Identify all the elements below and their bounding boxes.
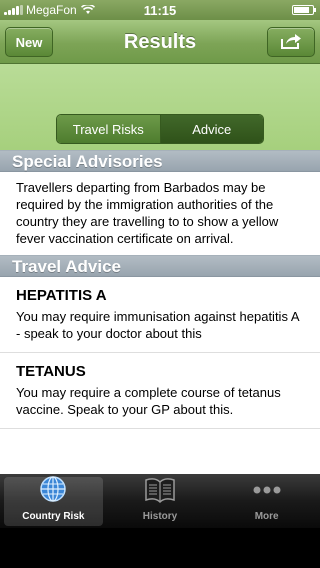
globe-icon [39, 475, 67, 508]
advice-title: HEPATITIS A [16, 287, 107, 304]
list-item: TETANUS You may require a complete cours… [0, 353, 320, 429]
segment-advice[interactable]: Advice [160, 115, 263, 143]
tab-country-risk[interactable]: Country Risk [0, 474, 107, 528]
tab-more[interactable]: More [213, 474, 320, 528]
navigation-bar: New Results [0, 20, 320, 64]
advice-title: TETANUS [16, 363, 86, 380]
status-bar: MegaFon 11:15 [0, 0, 320, 20]
section-header-travel-advice: Travel Advice [0, 255, 320, 277]
share-button[interactable] [267, 27, 315, 57]
tab-label: History [142, 511, 178, 522]
special-advisories-text: Travellers departing from Barbados may b… [0, 172, 320, 255]
advice-content[interactable]: Special Advisories Travellers departing … [0, 150, 320, 474]
more-icon [251, 477, 283, 508]
section-header-special-advisories: Special Advisories [0, 150, 320, 172]
bottom-bezel [0, 528, 320, 568]
results-segmented-control: Travel Risks Advice [56, 114, 264, 144]
carrier-name: MegaFon [26, 3, 77, 17]
tab-label: More [254, 511, 279, 522]
share-icon [280, 32, 302, 53]
tab-label: Country Risk [22, 511, 85, 522]
advice-text: You may require a complete course of tet… [16, 385, 281, 417]
segment-bar: Travel Risks Advice [0, 64, 320, 150]
tab-bar: Country Risk History More [0, 474, 320, 528]
list-item: HEPATITIS A You may require immunisation… [0, 277, 320, 353]
battery-icon [292, 5, 316, 15]
tab-history[interactable]: History [107, 474, 214, 528]
segment-travel-risks[interactable]: Travel Risks [57, 115, 161, 143]
signal-strength-icon [4, 5, 23, 15]
wifi-icon [80, 5, 95, 15]
advice-text: You may require immunisation against hep… [16, 309, 299, 341]
book-icon [144, 477, 176, 508]
